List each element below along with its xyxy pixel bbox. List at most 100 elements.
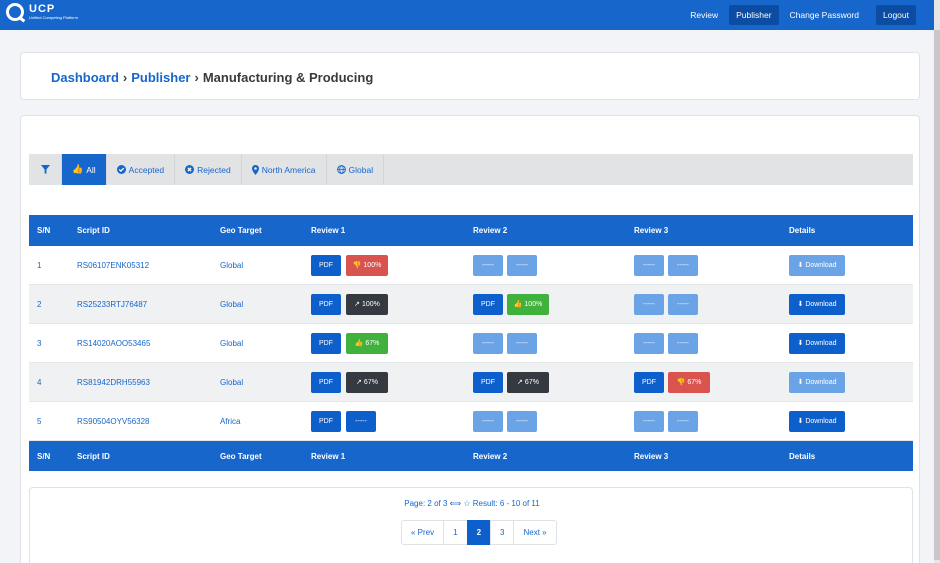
review1-pdf-button[interactable]: PDF — [311, 332, 341, 354]
review1-shared-badge[interactable]: ↗ 67% — [346, 371, 388, 393]
footer-details: Details — [789, 451, 816, 461]
review2-pdf-button[interactable]: PDF — [473, 293, 503, 315]
review2-score: 100% — [524, 300, 543, 308]
review2-result-placeholder[interactable]: ----- — [507, 410, 537, 432]
pagination-card: Page: 2 of 3 ⟺ ☆ Result: 6 - 10 of 11 « … — [29, 487, 913, 563]
footer-review-3: Review 3 — [634, 451, 669, 461]
cell-script-id: RS06107ENK05312 — [77, 260, 150, 270]
nav-change-password[interactable]: Change Password — [783, 5, 866, 25]
filter-accepted-label: Accepted — [128, 164, 165, 175]
download-label: Download — [805, 300, 837, 308]
thumbs-up-icon: 👍 — [72, 164, 84, 174]
ucp-logo[interactable]: UCP Unified Competing Platform — [6, 3, 78, 21]
review3-pdf-placeholder[interactable]: ----- — [634, 293, 664, 315]
download-icon: ⬇ — [797, 418, 804, 425]
filter-all[interactable]: 👍 All — [62, 154, 107, 185]
nav-review[interactable]: Review — [683, 5, 725, 25]
download-icon: ⬇ — [797, 301, 804, 308]
chevron-right-icon: › — [122, 70, 128, 85]
header-review-1: Review 1 — [311, 226, 346, 235]
review3-pdf-button[interactable]: PDF — [634, 371, 664, 393]
cell-geo-target: Global — [220, 377, 244, 387]
review1-result-pending[interactable]: ----- — [346, 410, 376, 432]
review3-result-placeholder[interactable]: ----- — [668, 410, 698, 432]
nav-publisher[interactable]: Publisher — [729, 5, 779, 25]
download-label: Download — [805, 261, 837, 269]
filter-north-america-label: North America — [261, 164, 316, 175]
footer-review-1: Review 1 — [311, 451, 346, 461]
table-row: 2 RS25233RTJ76487 Global PDF ↗ 100% PDF 👍… — [29, 285, 913, 324]
logo-name: UCP — [29, 3, 56, 15]
page-1-button[interactable]: 1 — [443, 520, 468, 545]
prev-page-button[interactable]: « Prev — [401, 520, 445, 545]
review2-result-placeholder[interactable]: ----- — [507, 254, 537, 276]
download-button[interactable]: ⬇ Download — [789, 293, 845, 315]
header-sn: S/N — [37, 226, 51, 235]
filter-global[interactable]: Global — [327, 154, 385, 185]
review1-pdf-button[interactable]: PDF — [311, 410, 341, 432]
logo-tagline: Unified Competing Platform — [29, 15, 78, 20]
review2-score: 67% — [524, 378, 539, 386]
review3-pdf-placeholder[interactable]: ----- — [634, 254, 664, 276]
review3-score: 67% — [687, 378, 702, 386]
footer-sn: S/N — [37, 451, 51, 461]
review3-result-placeholder[interactable]: ----- — [668, 332, 698, 354]
page-2-button[interactable]: 2 — [466, 520, 492, 545]
breadcrumb-current: Manufacturing & Producing — [202, 70, 374, 85]
globe-icon — [336, 165, 346, 174]
filter-toggle[interactable] — [29, 154, 62, 185]
cell-script-id: RS25233RTJ76487 — [77, 299, 148, 309]
filter-north-america[interactable]: North America — [242, 154, 327, 185]
review3-rejected-badge[interactable]: 👎 67% — [668, 371, 710, 393]
download-button[interactable]: ⬇ Download — [789, 254, 845, 276]
review3-result-placeholder[interactable]: ----- — [668, 254, 698, 276]
review1-shared-badge[interactable]: ↗ 100% — [346, 293, 388, 315]
top-navbar: UCP Unified Competing Platform Review Pu… — [0, 0, 934, 30]
review1-pdf-button[interactable]: PDF — [311, 371, 341, 393]
scrollbar-thumb[interactable] — [934, 30, 940, 560]
page-3-button[interactable]: 3 — [490, 520, 515, 545]
review3-result-placeholder[interactable]: ----- — [668, 293, 698, 315]
review3-pdf-placeholder[interactable]: ----- — [634, 332, 664, 354]
review1-pdf-button[interactable]: PDF — [311, 254, 341, 276]
cell-sn: 4 — [37, 377, 42, 387]
filter-rejected[interactable]: Rejected — [175, 154, 242, 185]
filter-rejected-label: Rejected — [197, 164, 231, 175]
filter-accepted[interactable]: Accepted — [107, 154, 176, 185]
review2-result-placeholder[interactable]: ----- — [507, 332, 537, 354]
chevron-right-icon: › — [194, 70, 199, 85]
breadcrumb-publisher[interactable]: Publisher — [131, 70, 190, 85]
review1-score: 100% — [363, 261, 382, 269]
review2-pdf-placeholder[interactable]: ----- — [473, 254, 503, 276]
download-button[interactable]: ⬇ Download — [789, 410, 845, 432]
review1-accepted-badge[interactable]: 👍 67% — [346, 332, 388, 354]
download-button[interactable]: ⬇ Download — [789, 371, 845, 393]
review3-pdf-placeholder[interactable]: ----- — [634, 410, 664, 432]
review1-rejected-badge[interactable]: 👎 100% — [346, 254, 388, 276]
header-details: Details — [789, 226, 816, 235]
next-page-button[interactable]: Next » — [513, 520, 557, 545]
cell-sn: 5 — [37, 416, 42, 426]
header-review-2: Review 2 — [473, 226, 508, 235]
cell-sn: 3 — [37, 338, 42, 348]
table-footer: S/N Script ID Geo Target Review 1 Review… — [29, 441, 913, 471]
download-button[interactable]: ⬇ Download — [789, 332, 845, 354]
share-icon: ↗ — [356, 379, 362, 386]
header-script-id: Script ID — [77, 226, 110, 235]
cell-sn: 2 — [37, 299, 42, 309]
logout-button[interactable]: Logout — [876, 5, 916, 25]
breadcrumb-dashboard[interactable]: Dashboard — [51, 70, 119, 85]
review2-pdf-button[interactable]: PDF — [473, 371, 503, 393]
filter-bar: 👍 All Accepted Rejected North America Gl… — [29, 154, 913, 185]
times-circle-icon — [185, 165, 195, 174]
table-row: 1 RS06107ENK05312 Global PDF 👎 100% -----… — [29, 246, 913, 285]
review2-pdf-placeholder[interactable]: ----- — [473, 410, 503, 432]
review2-accepted-badge[interactable]: 👍 100% — [507, 293, 549, 315]
review2-shared-badge[interactable]: ↗ 67% — [507, 371, 549, 393]
pagination-summary: Page: 2 of 3 ⟺ ☆ Result: 6 - 10 of 11 — [404, 499, 540, 508]
review1-pdf-button[interactable]: PDF — [311, 293, 341, 315]
table-row: 4 RS81942DRH55963 Global PDF ↗ 67% PDF ↗ 6… — [29, 363, 913, 402]
cell-geo-target: Global — [220, 338, 244, 348]
page-scrollbar[interactable] — [934, 0, 940, 563]
review2-pdf-placeholder[interactable]: ----- — [473, 332, 503, 354]
